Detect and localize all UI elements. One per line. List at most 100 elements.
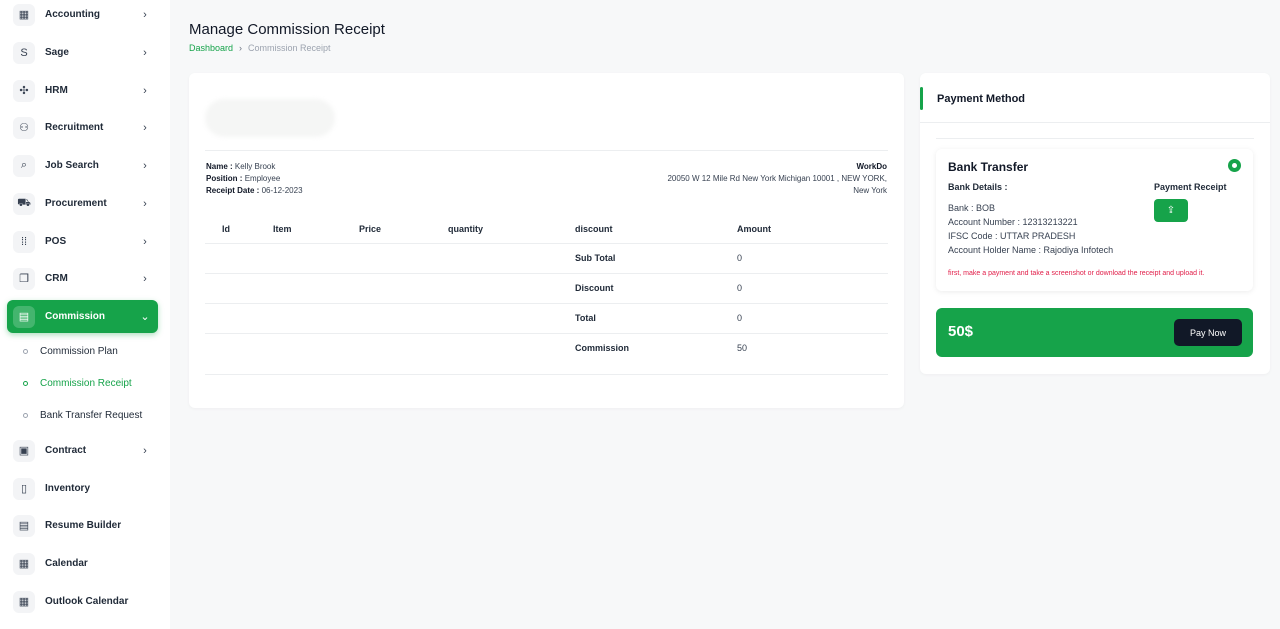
sidebar-item-accounting[interactable]: ▦ Accounting › xyxy=(7,0,158,31)
receipt-date-label: Receipt Date : xyxy=(206,186,260,195)
summary-label: Sub Total xyxy=(575,242,737,273)
sidebar-item-commission[interactable]: ▤ Commission ⌄ xyxy=(7,300,158,333)
bullet-icon xyxy=(23,380,28,386)
file-search-icon: ⌕ xyxy=(13,154,35,177)
summary-value: 0 xyxy=(737,302,888,333)
upload-receipt-button[interactable]: ⇪ xyxy=(1154,199,1188,222)
chevron-right-icon: › xyxy=(143,197,147,210)
sidebar-item-contract[interactable]: ▣ Contract › xyxy=(7,434,158,467)
col-header-id: Id xyxy=(222,224,230,235)
sidebar-item-outlook-calendar[interactable]: ▦ Outlook Calendar xyxy=(7,585,158,618)
sidebar-item-label: POS xyxy=(45,236,67,247)
chevron-right-icon: › xyxy=(143,159,147,172)
col-header-amount: Amount xyxy=(737,224,771,235)
company-name: WorkDo xyxy=(856,162,887,171)
sidebar-item-label: CRM xyxy=(45,273,68,284)
divider xyxy=(205,374,888,375)
sidebar-item-label: Procurement xyxy=(45,198,107,209)
bank-transfer-option[interactable]: Bank Transfer Bank Details : Bank : BOB … xyxy=(936,149,1253,291)
summary-value: 50 xyxy=(737,332,888,363)
table-row: Total 0 xyxy=(205,302,888,333)
breadcrumb-dashboard-link[interactable]: Dashboard xyxy=(189,43,233,53)
account-number: Account Number : 12313213221 xyxy=(948,217,1078,227)
summary-value: 0 xyxy=(737,272,888,303)
employee-position: Employee xyxy=(244,174,281,183)
col-header-item: Item xyxy=(273,224,292,235)
receipt-card: Name : Kelly Brook Position : Employee R… xyxy=(189,73,904,408)
sidebar-subitem-commission-receipt[interactable]: Commission Receipt xyxy=(20,374,160,392)
sidebar-item-inventory[interactable]: ▯ Inventory xyxy=(7,472,158,505)
sidebar-item-label: Calendar xyxy=(45,558,88,569)
upload-icon: ⇪ xyxy=(1166,205,1176,216)
sidebar-item-label: Commission xyxy=(45,311,106,322)
sidebar-item-calendar[interactable]: ▦ Calendar xyxy=(7,547,158,580)
sidebar-subitem-label: Bank Transfer Request xyxy=(40,409,143,421)
sidebar-item-pos[interactable]: ⁞⁞ POS › xyxy=(7,225,158,258)
table-row: Discount 0 xyxy=(205,272,888,303)
sidebar-subitem-label: Commission Receipt xyxy=(40,377,132,389)
upload-instruction-note: first, make a payment and take a screens… xyxy=(948,270,1205,277)
calendar-icon: ▦ xyxy=(13,552,35,575)
breadcrumb-current: Commission Receipt xyxy=(248,43,331,53)
bank-details: Bank : BOB Account Number : 12313213221 … xyxy=(948,201,1113,257)
sidebar-item-label: Inventory xyxy=(45,483,91,494)
col-header-price: Price xyxy=(359,224,382,235)
chevron-right-icon: › xyxy=(143,235,147,248)
name-label: Name : xyxy=(206,162,233,171)
dots-grid-icon: ⁞⁞ xyxy=(13,230,35,253)
sidebar-item-label: Job Search xyxy=(45,160,99,171)
radio-dot-icon xyxy=(1232,163,1237,168)
col-header-quantity: quantity xyxy=(448,224,483,235)
bank-name: Bank : BOB xyxy=(948,203,996,213)
sidebar-subitem-label: Commission Plan xyxy=(40,345,118,357)
bank-transfer-title: Bank Transfer xyxy=(948,160,1029,174)
sidebar-item-sage[interactable]: S Sage › xyxy=(7,36,158,69)
company-info: WorkDo 20050 W 12 Mile Rd New York Michi… xyxy=(627,161,887,197)
ifsc-code: IFSC Code : UTTAR PRADESH xyxy=(948,231,1076,241)
hrm-icon: ✣ xyxy=(13,79,35,102)
chevron-right-icon: › xyxy=(143,46,147,59)
layers-icon: ❐ xyxy=(13,267,35,290)
user-plus-icon: ⚇ xyxy=(13,116,35,139)
bank-details-label: Bank Details : xyxy=(948,182,1008,192)
chevron-right-icon: › xyxy=(143,272,147,285)
table-row: Commission 50 xyxy=(205,332,888,363)
sidebar-subitem-commission-plan[interactable]: Commission Plan xyxy=(20,342,160,360)
sidebar-item-label: Accounting xyxy=(45,9,100,20)
sidebar: ▦ Accounting › S Sage › ✣ HRM › ⚇ Recrui… xyxy=(0,0,170,629)
pay-now-button[interactable]: Pay Now xyxy=(1174,319,1242,346)
sidebar-item-resume-builder[interactable]: ▤ Resume Builder xyxy=(7,509,158,542)
bank-transfer-radio[interactable] xyxy=(1228,159,1241,172)
sidebar-item-label: Resume Builder xyxy=(45,520,122,531)
sidebar-item-procurement[interactable]: ⛟ Procurement › xyxy=(7,187,158,220)
sidebar-item-label: Recruitment xyxy=(45,122,104,133)
summary-value: 0 xyxy=(737,242,888,273)
bullet-icon xyxy=(23,348,28,354)
chevron-down-icon: ⌄ xyxy=(140,311,150,323)
account-holder: Account Holder Name : Rajodiya Infotech xyxy=(948,245,1114,255)
payment-amount: 50$ xyxy=(948,323,974,340)
company-address-line2: New York xyxy=(853,186,887,195)
payment-method-card: Payment Method Bank Transfer Bank Detail… xyxy=(920,73,1270,374)
sidebar-item-crm[interactable]: ❐ CRM › xyxy=(7,262,158,295)
summary-label: Commission xyxy=(575,332,737,363)
sidebar-subitem-bank-transfer-request[interactable]: Bank Transfer Request xyxy=(20,406,160,424)
chevron-right-icon: › xyxy=(143,84,147,97)
divider xyxy=(920,122,1270,123)
sidebar-item-label: Outlook Calendar xyxy=(45,596,129,607)
sidebar-item-recruitment[interactable]: ⚇ Recruitment › xyxy=(7,111,158,144)
bullet-icon xyxy=(23,412,28,418)
receipt-table: Id Item Price quantity discount Amount S… xyxy=(205,216,888,363)
divider xyxy=(205,150,888,151)
sidebar-item-hrm[interactable]: ✣ HRM › xyxy=(7,74,158,107)
table-row: Sub Total 0 xyxy=(205,242,888,273)
receipt-date: 06-12-2023 xyxy=(261,186,303,195)
company-logo xyxy=(205,99,335,137)
cart-icon: ⛟ xyxy=(13,192,35,215)
sidebar-item-job-search[interactable]: ⌕ Job Search › xyxy=(7,149,158,182)
summary-label: Discount xyxy=(575,272,737,303)
employee-name: Kelly Brook xyxy=(234,162,276,171)
grid-icon: ▦ xyxy=(13,3,35,26)
sidebar-item-label: Sage xyxy=(45,47,69,58)
sidebar-item-label: HRM xyxy=(45,85,68,96)
